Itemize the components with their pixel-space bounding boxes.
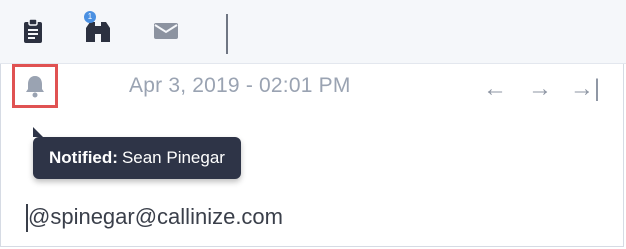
arrow-left-icon: ← <box>483 75 507 102</box>
clipboard-button[interactable] <box>16 14 50 48</box>
notification-badge: 1 <box>84 11 96 23</box>
bell-icon <box>26 76 44 98</box>
arrow-right-icon: → <box>528 75 552 102</box>
tooltip-value: Sean Pinegar <box>121 148 225 167</box>
editor-text: @spinegar@callinize.com <box>28 204 283 229</box>
message-editor[interactable]: @spinegar@callinize.com <box>20 200 600 236</box>
mail-icon <box>154 23 178 39</box>
mail-button[interactable] <box>149 14 183 48</box>
notified-tooltip: Notified: Sean Pinegar <box>33 127 241 179</box>
clipboard-icon <box>24 18 42 43</box>
arrow-end-icon: →| <box>569 75 601 102</box>
bell-button[interactable] <box>12 64 58 108</box>
last-arrow-button[interactable]: →| <box>570 74 600 104</box>
next-arrow-button[interactable]: → <box>525 74 555 104</box>
toolbar-divider <box>226 14 228 54</box>
toolbar: 1 <box>0 0 626 64</box>
timestamp: Apr 3, 2019 - 02:01 PM <box>129 74 351 97</box>
tooltip-label: Notified: <box>49 148 118 167</box>
prev-arrow-button[interactable]: ← <box>480 74 510 104</box>
